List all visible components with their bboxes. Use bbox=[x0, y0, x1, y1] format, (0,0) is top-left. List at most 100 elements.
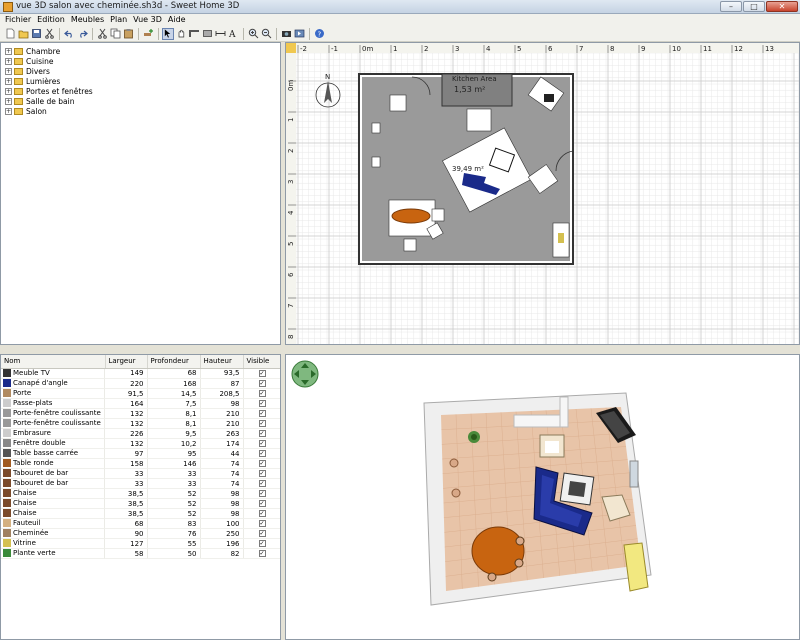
table-row[interactable]: Fauteuil 68 83 100 ✓ bbox=[1, 518, 280, 529]
plan-view[interactable]: -2 -1 0m 1 2 3 4 5 6 7 8 9 10 11 12 13 0m 1 2 3 4 5 6 7 8 N Kitche… bbox=[285, 42, 800, 345]
paste-icon[interactable] bbox=[122, 28, 134, 40]
column-header-depth[interactable]: Profondeur bbox=[147, 355, 201, 369]
zoom-in-icon[interactable] bbox=[247, 28, 259, 40]
visible-checkbox[interactable]: ✓ bbox=[258, 510, 266, 517]
table-row[interactable]: Tabouret de bar 33 33 74 ✓ bbox=[1, 478, 280, 489]
table-row[interactable]: Passe-plats 164 7,5 98 ✓ bbox=[1, 398, 280, 409]
visible-checkbox[interactable]: ✓ bbox=[258, 390, 266, 397]
catalog-category-portes-fenetres[interactable]: + Portes et fenêtres bbox=[1, 86, 280, 96]
catalog-category-salle-de-bain[interactable]: + Salle de bain bbox=[1, 96, 280, 106]
expand-icon[interactable]: + bbox=[5, 77, 12, 85]
table-row[interactable]: Meuble TV 149 68 93,5 ✓ bbox=[1, 368, 280, 379]
open-icon[interactable] bbox=[17, 28, 29, 40]
right-splitter[interactable] bbox=[285, 345, 800, 354]
menu-fichier[interactable]: Fichier bbox=[2, 14, 34, 26]
table-row[interactable]: Table basse carrée 97 95 44 ✓ bbox=[1, 448, 280, 459]
expand-icon[interactable]: + bbox=[5, 97, 12, 105]
table-row[interactable]: Chaise 38,5 52 98 ✓ bbox=[1, 508, 280, 519]
fireplace-marker[interactable] bbox=[466, 108, 492, 132]
chair-marker[interactable] bbox=[431, 208, 445, 222]
create-photo-icon[interactable] bbox=[280, 28, 292, 40]
pan-icon[interactable] bbox=[175, 28, 187, 40]
catalog-category-chambre[interactable]: + Chambre bbox=[1, 46, 280, 56]
menu-edition[interactable]: Edition bbox=[34, 14, 68, 26]
catalog-category-divers[interactable]: + Divers bbox=[1, 66, 280, 76]
menu-vue-3d[interactable]: Vue 3D bbox=[130, 14, 165, 26]
table-row[interactable]: Tabouret de bar 33 33 74 ✓ bbox=[1, 468, 280, 479]
visible-checkbox[interactable]: ✓ bbox=[258, 520, 266, 527]
table-row[interactable]: Vitrine 127 55 196 ✓ bbox=[1, 538, 280, 549]
redo-icon[interactable] bbox=[76, 28, 88, 40]
table-row[interactable]: Canapé d'angle 220 168 87 ✓ bbox=[1, 378, 280, 389]
create-video-icon[interactable] bbox=[293, 28, 305, 40]
table-row[interactable]: Cheminée 90 76 250 ✓ bbox=[1, 528, 280, 539]
visible-checkbox[interactable]: ✓ bbox=[258, 369, 266, 377]
visible-checkbox[interactable]: ✓ bbox=[258, 490, 266, 497]
visible-checkbox[interactable]: ✓ bbox=[258, 540, 266, 547]
visible-checkbox[interactable]: ✓ bbox=[258, 430, 266, 437]
close-button[interactable]: ✕ bbox=[766, 1, 798, 12]
visible-checkbox[interactable]: ✓ bbox=[258, 550, 266, 557]
create-dimensions-icon[interactable] bbox=[214, 28, 226, 40]
column-header-height[interactable]: Hauteur bbox=[200, 355, 244, 369]
visible-checkbox[interactable]: ✓ bbox=[258, 380, 266, 387]
expand-icon[interactable]: + bbox=[5, 57, 12, 65]
cut-icon[interactable] bbox=[43, 28, 55, 40]
catalog-category-lumieres[interactable]: + Lumières bbox=[1, 76, 280, 86]
visible-checkbox[interactable]: ✓ bbox=[258, 450, 266, 457]
create-rooms-icon[interactable] bbox=[201, 28, 213, 40]
visible-checkbox[interactable]: ✓ bbox=[258, 480, 266, 487]
stool-marker[interactable] bbox=[371, 156, 381, 168]
left-splitter[interactable] bbox=[0, 345, 281, 354]
cut-icon[interactable] bbox=[96, 28, 108, 40]
column-header-visible[interactable]: Visible bbox=[243, 355, 280, 369]
zoom-out-icon[interactable] bbox=[260, 28, 272, 40]
table-row[interactable]: Fenêtre double 132 10,2 174 ✓ bbox=[1, 438, 280, 449]
new-file-icon[interactable] bbox=[4, 28, 16, 40]
catalog-category-salon[interactable]: + Salon bbox=[1, 106, 280, 116]
add-text-icon[interactable]: A bbox=[227, 28, 239, 40]
menu-meubles[interactable]: Meubles bbox=[68, 14, 107, 26]
plan-canvas[interactable]: -2 -1 0m 1 2 3 4 5 6 7 8 9 10 11 12 130m12345678N Kitche… bbox=[286, 43, 799, 344]
undo-icon[interactable] bbox=[63, 28, 75, 40]
add-furniture-icon[interactable] bbox=[142, 28, 154, 40]
navigation-arrows-icon[interactable] bbox=[291, 360, 319, 388]
table-row[interactable]: Table ronde 158 146 74 ✓ bbox=[1, 458, 280, 469]
table-row[interactable]: Porte-fenêtre coulissante 132 8,1 210 ✓ bbox=[1, 418, 280, 429]
menu-plan[interactable]: Plan bbox=[107, 14, 130, 26]
table-row[interactable]: Embrasure 226 9,5 263 ✓ bbox=[1, 428, 280, 439]
stool-marker[interactable] bbox=[371, 122, 381, 134]
column-header-width[interactable]: Largeur bbox=[105, 355, 148, 369]
table-row[interactable]: Chaise 38,5 52 98 ✓ bbox=[1, 498, 280, 509]
maximize-button[interactable]: □ bbox=[743, 1, 765, 12]
minimize-button[interactable]: – bbox=[720, 1, 742, 12]
expand-icon[interactable]: + bbox=[5, 87, 12, 95]
table-row[interactable]: Plante verte 58 50 82 ✓ bbox=[1, 548, 280, 559]
column-header-name[interactable]: Nom bbox=[1, 355, 106, 369]
visible-checkbox[interactable]: ✓ bbox=[258, 530, 266, 537]
visible-checkbox[interactable]: ✓ bbox=[258, 440, 266, 447]
copy-icon[interactable] bbox=[109, 28, 121, 40]
3d-view[interactable] bbox=[285, 354, 800, 640]
visible-checkbox[interactable]: ✓ bbox=[258, 500, 266, 507]
create-walls-icon[interactable] bbox=[188, 28, 200, 40]
catalog-category-cuisine[interactable]: + Cuisine bbox=[1, 56, 280, 66]
table-row[interactable]: Chaise 38,5 52 98 ✓ bbox=[1, 488, 280, 499]
table-row[interactable]: Porte-fenêtre coulissante 132 8,1 210 ✓ bbox=[1, 408, 280, 419]
visible-checkbox[interactable]: ✓ bbox=[258, 470, 266, 477]
visible-checkbox[interactable]: ✓ bbox=[258, 400, 266, 407]
expand-icon[interactable]: + bbox=[5, 47, 12, 55]
visible-checkbox[interactable]: ✓ bbox=[258, 460, 266, 467]
save-icon[interactable] bbox=[30, 28, 42, 40]
3d-canvas[interactable] bbox=[286, 355, 799, 639]
help-icon[interactable]: ? bbox=[313, 28, 325, 40]
select-icon[interactable] bbox=[162, 27, 174, 40]
table-row[interactable]: Porte 91,5 14,5 208,5 ✓ bbox=[1, 388, 280, 399]
expand-icon[interactable]: + bbox=[5, 67, 12, 75]
visible-checkbox[interactable]: ✓ bbox=[258, 420, 266, 427]
chair-marker[interactable] bbox=[403, 238, 417, 252]
round-table-marker[interactable] bbox=[391, 208, 431, 224]
menu-aide[interactable]: Aide bbox=[165, 14, 189, 26]
expand-icon[interactable]: + bbox=[5, 107, 12, 115]
visible-checkbox[interactable]: ✓ bbox=[258, 410, 266, 417]
